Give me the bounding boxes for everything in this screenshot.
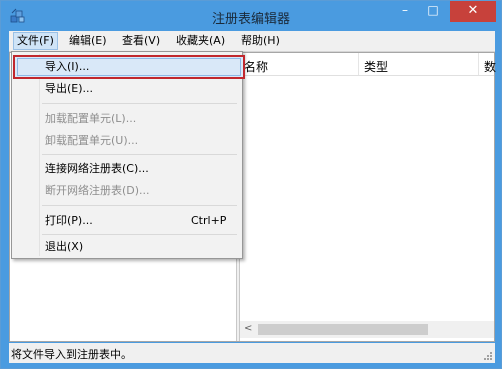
menu-item-exit[interactable]: 退出(X) (15, 236, 239, 258)
menu-item-import[interactable]: 导入(I)... (15, 56, 239, 78)
menu-item-label: 连接网络注册表(C)... (45, 162, 149, 175)
title-bar[interactable]: 注册表编辑器 – □ ✕ (1, 1, 501, 31)
registry-editor-window: 注册表编辑器 – □ ✕ 文件(F) 编辑(E) 查看(V) 收藏夹(A) 帮助… (0, 0, 502, 369)
menu-separator (42, 234, 237, 235)
menu-item-print[interactable]: 打印(P)... Ctrl+P (15, 210, 239, 232)
menu-separator (42, 103, 237, 104)
column-separator[interactable] (478, 53, 479, 75)
menu-item-label: 退出(X) (45, 240, 84, 253)
menu-item-disconnect-network-registry[interactable]: 断开网络注册表(D)... (15, 180, 239, 202)
maximize-button[interactable]: □ (420, 1, 446, 22)
menu-file[interactable]: 文件(F) (13, 32, 58, 50)
column-separator[interactable] (358, 53, 359, 75)
menu-item-label: 导入(I)... (45, 60, 90, 73)
minimize-button[interactable]: – (392, 1, 418, 22)
menu-bar: 文件(F) 编辑(E) 查看(V) 收藏夹(A) 帮助(H) (9, 31, 495, 52)
column-data[interactable]: 数 (484, 58, 496, 75)
menu-item-connect-network-registry[interactable]: 连接网络注册表(C)... (15, 158, 239, 180)
file-menu-dropdown: 导入(I)... 导出(E)... 加载配置单元(L)... 卸载配置单元(U)… (11, 51, 245, 259)
menu-item-load-hive[interactable]: 加载配置单元(L)... (15, 108, 239, 130)
menu-item-unload-hive[interactable]: 卸载配置单元(U)... (15, 130, 239, 152)
menu-edit[interactable]: 编辑(E) (66, 33, 110, 49)
scroll-left-icon[interactable]: < (244, 323, 252, 334)
menu-item-label: 加载配置单元(L)... (45, 112, 137, 125)
menu-item-label: 卸载配置单元(U)... (45, 134, 139, 147)
menu-item-label: 导出(E)... (45, 82, 94, 95)
menu-view[interactable]: 查看(V) (119, 33, 163, 49)
menu-item-export[interactable]: 导出(E)... (15, 78, 239, 100)
menu-item-label: 断开网络注册表(D)... (45, 184, 150, 197)
menu-favorites[interactable]: 收藏夹(A) (173, 33, 228, 49)
scrollbar-thumb[interactable] (258, 324, 428, 335)
menu-item-label: 打印(P)... (45, 214, 93, 227)
menu-help[interactable]: 帮助(H) (238, 33, 283, 49)
menu-item-shortcut: Ctrl+P (191, 214, 227, 227)
status-text: 将文件导入到注册表中。 (11, 348, 132, 361)
close-button[interactable]: ✕ (450, 1, 496, 22)
list-column-header: 名称 类型 数 (240, 53, 496, 76)
column-name[interactable]: 名称 (244, 58, 268, 75)
status-bar: 将文件导入到注册表中。 (9, 343, 495, 363)
horizontal-scrollbar[interactable]: < (240, 321, 494, 338)
menu-separator (42, 154, 237, 155)
column-type[interactable]: 类型 (364, 58, 388, 75)
resize-grip-icon[interactable] (483, 351, 493, 361)
menu-separator (42, 205, 237, 206)
